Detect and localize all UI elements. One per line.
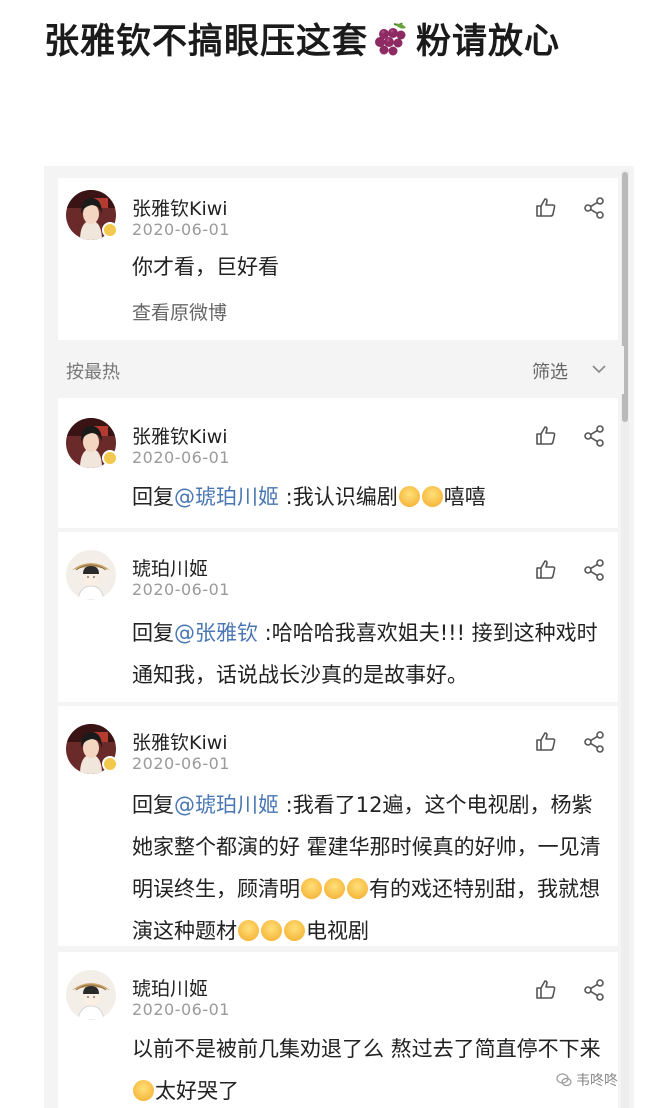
comment-author[interactable]: 琥珀川姬 [132,974,208,1001]
headline-text-part2: 粉请放心 [416,22,561,62]
like-icon[interactable] [534,978,558,1002]
comment-item: 张雅钦Kiwi 2020-06-01 回复@琥珀川姬 :我认识编剧 嘻嘻 [58,398,618,528]
comment-text: 回复@张雅钦 :哈哈哈我喜欢姐夫!!! 接到这种戏时通知我，话说战长沙真的是故事… [132,612,612,696]
laugh-cry-emoji-icon [347,878,368,899]
comment-date: 2020-06-01 [132,1000,230,1019]
avatar[interactable] [66,970,116,1020]
like-icon[interactable] [534,196,558,220]
like-icon[interactable] [534,424,558,448]
verified-badge-icon [102,450,118,466]
mention-link[interactable]: @琥珀川姬 [174,485,279,509]
comment-text: 回复@琥珀川姬 :我看了12遍，这个电视剧，杨紫她家整个都演的好 霍建华那时候真… [132,784,612,952]
comment-text: 回复@琥珀川姬 :我认识编剧 嘻嘻 [132,476,612,518]
mention-link[interactable]: @琥珀川姬 [174,793,279,817]
sort-hot-button[interactable]: 按最热 [66,358,120,384]
reply-prefix: 回复 [132,621,174,645]
grapes-icon [372,21,410,57]
comment-item: 琥珀川姬 2020-06-01 回复@张雅钦 :哈哈哈我喜欢姐夫!!! 接到这种… [58,532,618,702]
laugh-cry-emoji-icon [324,878,345,899]
share-icon[interactable] [582,424,606,448]
avatar[interactable] [66,418,118,468]
laugh-cry-emoji-icon [421,486,443,507]
comment-text-tail: 太好哭了 [155,1079,239,1103]
comment-text: 以前不是被前几集劝退了么 熬过去了简直停不下来太好哭了 [132,1028,612,1108]
comment-text-main: :我认识编剧 [279,485,398,509]
avatar[interactable] [66,724,118,774]
chevron-down-icon[interactable] [590,360,608,378]
comment-date: 2020-06-01 [132,448,230,467]
headline-text-part1: 张雅钦不搞眼压这套 [44,22,369,62]
comment-author[interactable]: 琥珀川姬 [132,554,208,581]
comment-text-main: 以前不是被前几集劝退了么 熬过去了简直停不下来 [132,1037,601,1061]
article-headline: 张雅钦不搞眼压这套 粉请放心 [44,16,624,68]
comment-item: 张雅钦Kiwi 2020-06-01 回复@琥珀川姬 :我看了12遍，这个电视剧… [58,706,618,946]
comment-sort-bar: 按最热 筛选 [44,346,624,394]
verified-badge-icon [102,756,118,772]
comment-text-tail: 电视剧 [306,919,369,943]
comment-date: 2020-06-01 [132,580,230,599]
avatar[interactable] [66,550,116,600]
post-text: 你才看，巨好看 [132,255,279,279]
like-icon[interactable] [534,558,558,582]
comment-text-tail: 嘻嘻 [443,485,486,509]
crying-emoji-icon [261,920,282,941]
comment-author[interactable]: 张雅钦Kiwi [132,422,228,449]
share-icon[interactable] [582,196,606,220]
comment-author[interactable]: 张雅钦Kiwi [132,728,228,755]
watermark-text: 韦咚咚 [576,1073,618,1089]
post-date: 2020-06-01 [132,220,230,239]
laugh-cry-emoji-icon [301,878,322,899]
avatar[interactable] [66,190,118,240]
reply-prefix: 回复 [132,793,174,817]
view-original-link[interactable]: 查看原微博 [132,298,227,325]
crying-emoji-icon [238,920,259,941]
share-icon[interactable] [582,558,606,582]
mention-link[interactable]: @张雅钦 [174,621,258,645]
wechat-logo-icon [556,1072,572,1088]
laugh-cry-emoji-icon [398,486,420,507]
reply-prefix: 回复 [132,485,174,509]
verified-badge-icon [102,222,118,238]
original-post: 张雅钦Kiwi 2020-06-01 你才看，巨好看 查看原微博 [58,178,618,340]
filter-button[interactable]: 筛选 [532,358,568,384]
share-icon[interactable] [582,978,606,1002]
crying-emoji-icon [284,920,305,941]
comment-item: 琥珀川姬 2020-06-01 以前不是被前几集劝退了么 熬过去了简直停不下来太… [58,952,618,1108]
comment-date: 2020-06-01 [132,754,230,773]
crying-emoji-icon [133,1080,154,1101]
share-icon[interactable] [582,730,606,754]
like-icon[interactable] [534,730,558,754]
post-author[interactable]: 张雅钦Kiwi [132,194,228,221]
